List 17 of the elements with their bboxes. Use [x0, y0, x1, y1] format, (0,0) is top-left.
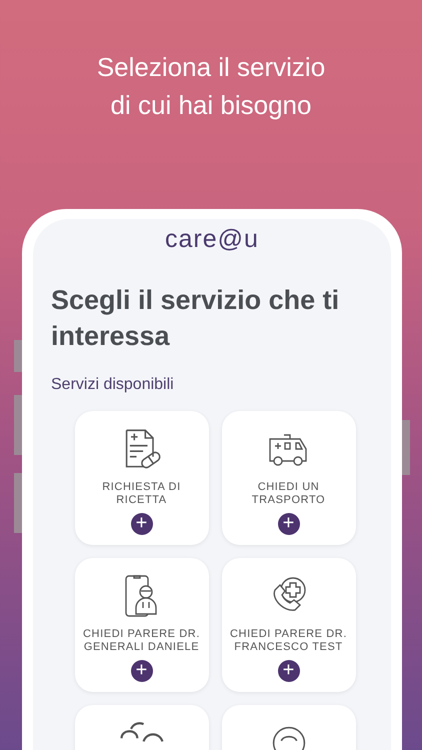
service-card[interactable]: CHIEDI PARERE DR. FRANCESCO TEST +: [222, 558, 356, 692]
add-button[interactable]: +: [130, 660, 152, 682]
service-label: CHIEDI PARERE DR. GENERALI DANIELE: [82, 628, 201, 654]
add-button[interactable]: +: [130, 513, 152, 535]
service-card[interactable]: CHIEDI UN TRASPORTO +: [222, 411, 356, 545]
service-card[interactable]: RICHIESTA DI RICETTA +: [74, 411, 208, 545]
add-button[interactable]: +: [278, 660, 300, 682]
section-label: Servizi disponibili: [51, 376, 175, 394]
add-button[interactable]: +: [278, 513, 300, 535]
logo: care@u: [165, 225, 259, 254]
headline: di cui hai bisogno: [110, 89, 312, 122]
service-label: CHIEDI PARERE DR. FRANCESCO TEST: [229, 628, 348, 654]
page-title: Scegli il servizio che ti interessa: [51, 284, 340, 353]
service-label: CHIEDI UN TRASPORTO: [250, 481, 326, 507]
headline: Seleziona il servizio: [96, 51, 326, 84]
service-card[interactable]: CHIEDI PARERE DR. GENERALI DANIELE +: [74, 558, 208, 692]
service-label: RICHIESTA DI RICETTA: [101, 481, 182, 507]
